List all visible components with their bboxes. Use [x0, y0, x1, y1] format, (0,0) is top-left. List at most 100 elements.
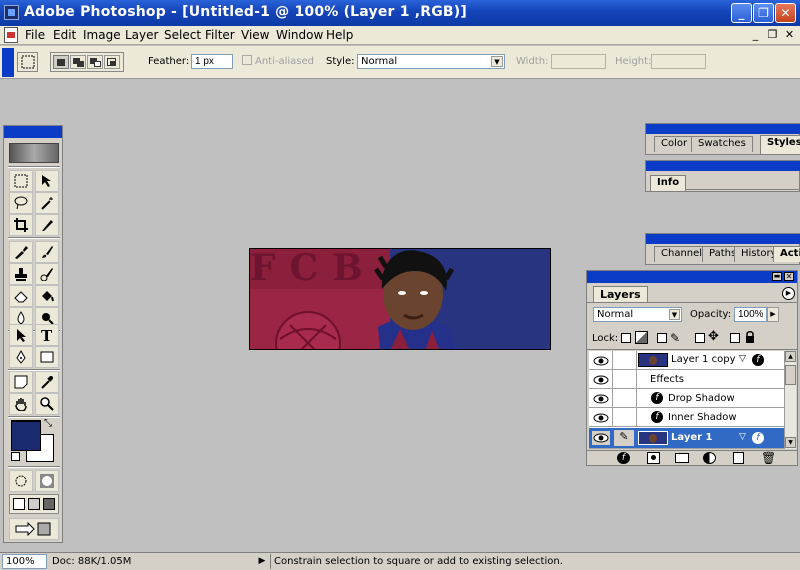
photoshop-app-icon[interactable] [4, 5, 19, 20]
jump-to-imageready-icon[interactable] [9, 518, 59, 540]
menu-window[interactable]: Window [276, 28, 323, 42]
menu-filter[interactable]: Filter [205, 28, 235, 42]
chevron-down-icon[interactable]: ▼ [491, 56, 503, 67]
layer-row-layer-1-copy[interactable]: Layer 1 copy ▽ f [589, 351, 784, 370]
status-menu-arrow-icon[interactable]: ▶ [256, 554, 268, 569]
doc-close-button[interactable]: ✕ [782, 28, 797, 42]
intersect-selection-icon[interactable] [104, 55, 120, 69]
close-button[interactable]: ✕ [775, 3, 796, 23]
clone-stamp-tool[interactable] [9, 263, 33, 285]
tab-layers[interactable]: Layers [593, 286, 648, 302]
scroll-down-icon[interactable]: ▼ [785, 437, 796, 448]
zoom-input[interactable]: 100% [2, 554, 47, 569]
expand-effects-icon[interactable]: ▽ [739, 432, 746, 442]
tab-styles[interactable]: Styles [760, 135, 800, 154]
height-input[interactable] [651, 54, 706, 69]
crop-tool[interactable] [9, 214, 33, 236]
healing-brush-tool[interactable] [9, 241, 33, 263]
brush-link-icon[interactable]: ✎ [614, 430, 634, 446]
full-screen-icon[interactable] [43, 498, 55, 510]
standard-screen-icon[interactable] [13, 498, 25, 510]
eye-icon[interactable] [592, 373, 610, 387]
subtract-selection-icon[interactable] [87, 55, 103, 69]
expand-effects-icon[interactable]: ▽ [739, 354, 746, 364]
options-grip[interactable] [2, 48, 14, 77]
tab-info[interactable]: Info [650, 175, 687, 191]
eye-icon[interactable] [592, 392, 610, 406]
tab-actions[interactable]: Actio [773, 246, 800, 262]
rectangular-marquee-tool[interactable] [9, 170, 33, 192]
lasso-tool[interactable] [9, 192, 33, 214]
eye-icon[interactable] [592, 354, 610, 368]
menu-view[interactable]: View [241, 28, 269, 42]
eraser-tool[interactable] [9, 285, 33, 307]
swap-colors-icon[interactable]: ⤡ [44, 418, 52, 429]
document-canvas[interactable]: FCB [249, 248, 551, 350]
menu-edit[interactable]: Edit [53, 28, 76, 42]
width-input[interactable] [551, 54, 606, 69]
magic-wand-tool[interactable] [35, 192, 59, 214]
new-selection-icon[interactable] [53, 55, 69, 69]
minimize-panel-icon[interactable]: ▬ [772, 272, 782, 281]
layer-row-layer-1[interactable]: ✎ Layer 1 ▽ f [589, 428, 784, 449]
layer-style-icon[interactable]: f [752, 432, 764, 444]
eye-icon[interactable] [592, 431, 610, 445]
new-adjustment-layer-icon[interactable] [703, 452, 716, 464]
type-tool[interactable]: T [35, 324, 59, 346]
scroll-thumb[interactable] [785, 365, 796, 385]
slice-tool[interactable] [35, 214, 59, 236]
notes-tool[interactable] [9, 371, 33, 393]
feather-input[interactable] [191, 54, 233, 69]
standard-mode-icon[interactable] [9, 470, 33, 492]
layer-row-drop-shadow[interactable]: f Drop Shadow [589, 389, 784, 408]
rectangle-shape-tool[interactable] [35, 346, 59, 368]
zoom-tool[interactable] [35, 393, 59, 415]
layer-row-inner-shadow[interactable]: f Inner Shadow [589, 408, 784, 427]
lock-transparency-checkbox[interactable] [621, 333, 631, 343]
minimize-button[interactable]: _ [731, 3, 752, 23]
menu-select[interactable]: Select [164, 28, 201, 42]
menu-layer[interactable]: Layer [125, 28, 158, 42]
close-panel-icon[interactable]: ✕ [784, 272, 794, 281]
opacity-input[interactable] [734, 307, 767, 322]
lock-image-checkbox[interactable] [657, 333, 667, 343]
adobe-online-icon[interactable] [9, 143, 59, 163]
quick-mask-mode-icon[interactable] [35, 470, 59, 492]
toolbox-title-bar[interactable] [4, 126, 62, 138]
menu-help[interactable]: Help [326, 28, 353, 42]
style-select[interactable]: Normal ▼ [357, 54, 505, 69]
brush-tool[interactable] [35, 241, 59, 263]
doc-minimize-button[interactable]: _ [748, 28, 763, 42]
trash-icon[interactable]: 🗑 [761, 451, 776, 465]
default-colors-icon[interactable] [11, 452, 20, 461]
lock-all-checkbox[interactable] [730, 333, 740, 343]
layer-row-effects[interactable]: Effects [589, 370, 784, 389]
antialias-checkbox[interactable] [242, 55, 252, 65]
hand-tool[interactable] [9, 393, 33, 415]
color-panel-title-bar[interactable] [646, 124, 800, 134]
eye-icon[interactable] [592, 411, 610, 425]
panel-menu-icon[interactable]: ▶ [782, 287, 795, 300]
marquee-preset-icon[interactable] [17, 52, 38, 72]
layers-scrollbar[interactable]: ▲ ▼ [784, 351, 796, 449]
lock-position-checkbox[interactable] [695, 333, 705, 343]
add-mask-icon[interactable] [647, 452, 660, 464]
tab-swatches[interactable]: Swatches [691, 136, 753, 152]
info-panel-title-bar[interactable] [646, 161, 800, 171]
new-set-icon[interactable] [675, 453, 689, 463]
move-tool[interactable] [35, 170, 59, 192]
new-layer-icon[interactable] [733, 452, 744, 464]
path-selection-tool[interactable] [9, 324, 33, 346]
add-layer-style-icon[interactable]: f [617, 452, 630, 464]
doc-restore-button[interactable]: ❐ [765, 28, 780, 42]
full-screen-menu-icon[interactable] [28, 498, 40, 510]
maximize-button[interactable]: ❐ [753, 3, 774, 23]
menu-file[interactable]: File [25, 28, 45, 42]
add-selection-icon[interactable] [70, 55, 86, 69]
document-icon[interactable] [4, 27, 18, 43]
layers-panel-title-bar[interactable]: ▬ ✕ [587, 271, 797, 283]
menu-image[interactable]: Image [83, 28, 121, 42]
blend-mode-select[interactable]: Normal ▼ [593, 307, 682, 322]
chevron-down-icon[interactable]: ▼ [669, 309, 680, 320]
history-brush-tool[interactable] [35, 263, 59, 285]
